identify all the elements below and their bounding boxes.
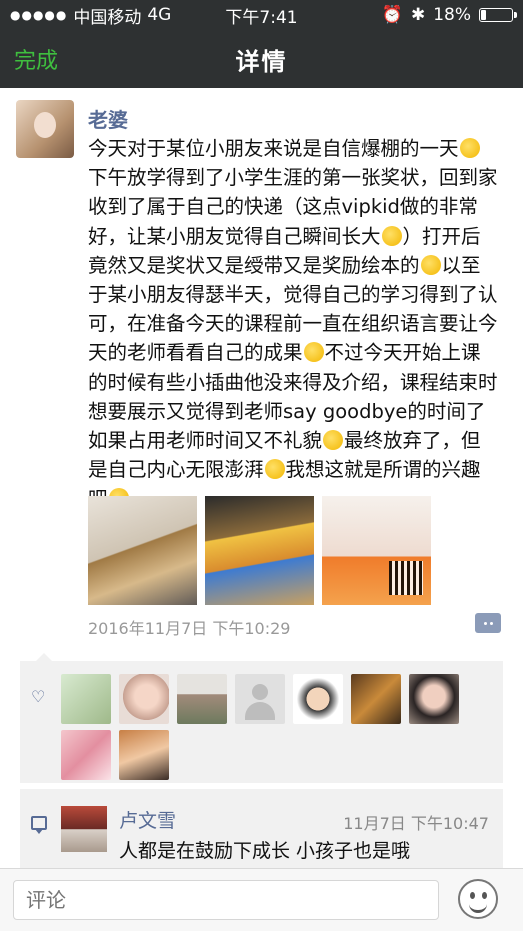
like-avatar[interactable] (61, 730, 111, 780)
commenter-avatar[interactable] (61, 806, 107, 852)
moment-detail: 老婆 今天对于某位小朋友来说是自信爆棚的一天下午放学得到了小学生涯的第一张奖状，… (0, 88, 523, 868)
post-image-books[interactable] (205, 496, 314, 605)
comment-bar (0, 868, 523, 931)
battery-label: 18% (433, 5, 471, 25)
comment-text[interactable]: 人都是在鼓励下成长 小孩子也是哦 (119, 836, 410, 863)
like-avatar[interactable] (351, 674, 401, 724)
like-avatar[interactable] (293, 674, 343, 724)
comment-input[interactable] (13, 880, 439, 920)
bluetooth-icon: ✱ (410, 5, 426, 25)
page-title: 详情 (235, 47, 288, 76)
likes-panel: ♡ (20, 653, 503, 783)
emoji-picker-icon[interactable] (458, 879, 498, 919)
more-actions-button[interactable] (475, 613, 501, 633)
carrier-label: 中国移动 (73, 7, 142, 28)
post-images (88, 496, 431, 605)
comment-icon (31, 816, 47, 834)
emoji-icon (381, 225, 402, 246)
like-avatar[interactable] (409, 674, 459, 724)
like-avatar[interactable] (177, 674, 227, 724)
battery-icon (479, 8, 517, 22)
like-avatar-list (61, 674, 501, 780)
author-name[interactable]: 老婆 (88, 104, 128, 133)
commenter-name[interactable]: 卢文雪 (119, 806, 176, 833)
like-avatar[interactable] (119, 730, 169, 780)
like-avatar[interactable] (119, 674, 169, 724)
post-image-ad[interactable] (322, 496, 431, 605)
emoji-icon (459, 138, 480, 158)
alarm-icon: ⏰ (381, 5, 403, 25)
like-avatar[interactable] (235, 674, 285, 724)
heart-icon: ♡ (31, 687, 46, 706)
comments-panel: 卢文雪 11月7日 下午10:47 人都是在鼓励下成长 小孩子也是哦 (20, 789, 503, 868)
done-button[interactable]: 完成 (14, 43, 58, 75)
nav-bar: 完成 详情 (0, 30, 523, 88)
emoji-icon (264, 459, 285, 480)
post-date: 2016年11月7日 下午10:29 (88, 619, 291, 638)
post-image-certificate[interactable] (88, 496, 197, 605)
signal-icon: ●●●●● (10, 8, 68, 22)
like-avatar[interactable] (61, 674, 111, 724)
author-avatar[interactable] (16, 100, 74, 158)
post-text: 今天对于某位小朋友来说是自信爆棚的一天下午放学得到了小学生涯的第一张奖状，回到家… (88, 134, 500, 514)
thumbs-up-icon (323, 430, 344, 451)
emoji-icon (420, 254, 441, 275)
grin-emoji-icon (303, 342, 324, 363)
qr-code-icon (389, 561, 423, 595)
comment-time: 11月7日 下午10:47 (343, 814, 489, 833)
status-bar: ●●●●● 中国移动 4G 下午7:41 ⏰ ✱ 18% (0, 0, 523, 30)
network-label: 4G (147, 5, 172, 25)
post-text-part: 今天对于某位小朋友来说是自信爆棚的一天 (88, 137, 459, 160)
